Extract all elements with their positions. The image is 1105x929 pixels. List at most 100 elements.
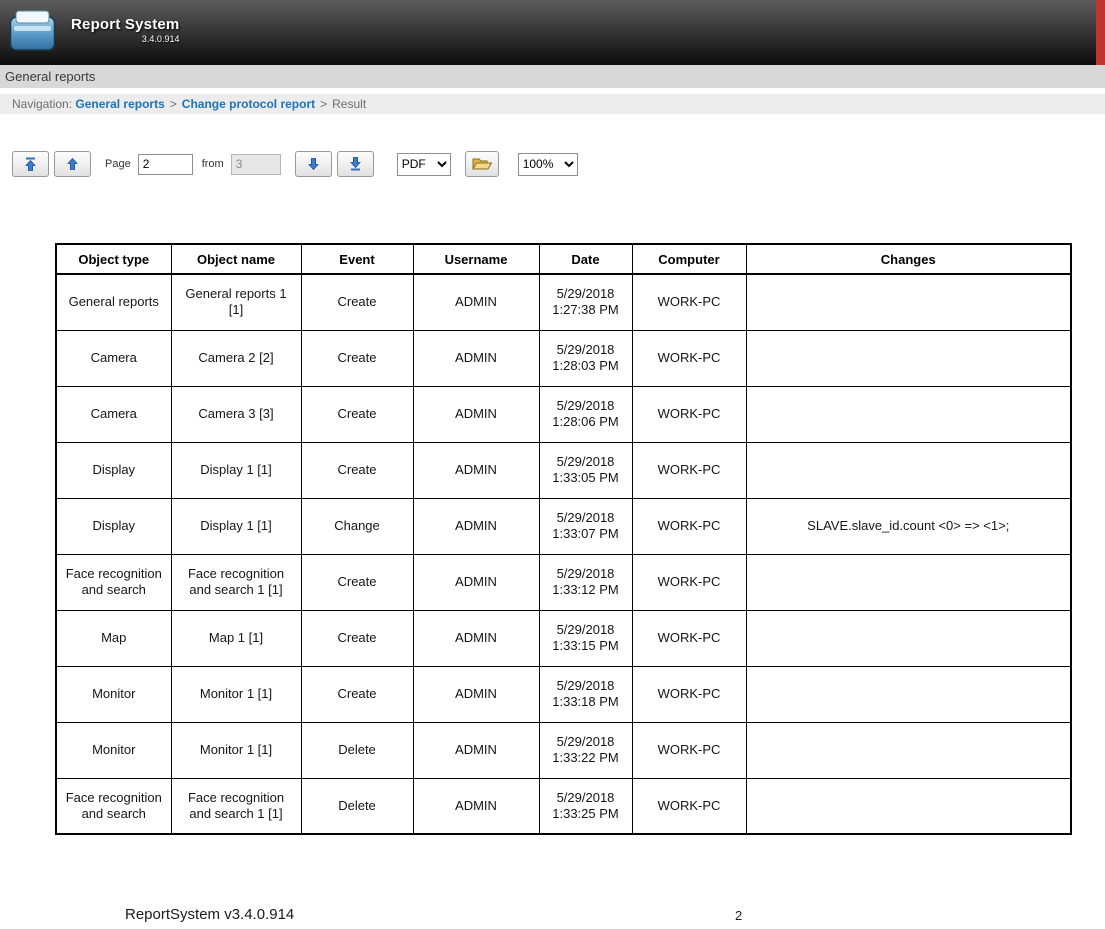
column-header: Object type	[56, 244, 171, 274]
report-footer-version: ReportSystem v3.4.0.914	[125, 906, 294, 923]
report-footer: ReportSystem v3.4.0.914 2	[0, 906, 1105, 929]
format-select[interactable]: PDF	[397, 153, 451, 176]
export-button[interactable]	[465, 151, 499, 177]
toolbar: Page from PDF 100%	[12, 151, 1105, 177]
table-cell: ADMIN	[413, 666, 539, 722]
table-cell: ADMIN	[413, 554, 539, 610]
table-cell	[746, 778, 1071, 834]
breadcrumb-separator: >	[320, 97, 327, 111]
prev-page-button[interactable]	[54, 151, 91, 177]
column-header: Event	[301, 244, 413, 274]
table-cell: ADMIN	[413, 386, 539, 442]
column-header: Username	[413, 244, 539, 274]
table-cell: Create	[301, 274, 413, 330]
table-cell: ADMIN	[413, 442, 539, 498]
table-cell: Face recognition and search	[56, 554, 171, 610]
next-page-button[interactable]	[295, 151, 332, 177]
table-cell: General reports 1 [1]	[171, 274, 301, 330]
table-cell	[746, 722, 1071, 778]
from-label: from	[202, 158, 224, 170]
first-page-button[interactable]	[12, 151, 49, 177]
table-cell	[746, 554, 1071, 610]
table-cell	[746, 442, 1071, 498]
table-row: CameraCamera 3 [3]CreateADMIN5/29/2018 1…	[56, 386, 1071, 442]
table-row: DisplayDisplay 1 [1]CreateADMIN5/29/2018…	[56, 442, 1071, 498]
table-row: MonitorMonitor 1 [1]CreateADMIN5/29/2018…	[56, 666, 1071, 722]
table-row: DisplayDisplay 1 [1]ChangeADMIN5/29/2018…	[56, 498, 1071, 554]
app-title: Report System	[71, 16, 179, 33]
table-cell: Delete	[301, 722, 413, 778]
table-cell: ADMIN	[413, 722, 539, 778]
table-cell: WORK-PC	[632, 442, 746, 498]
table-cell: SLAVE.slave_id.count <0> => <1>;	[746, 498, 1071, 554]
report-system-logo-icon	[9, 9, 56, 58]
table-cell: 5/29/2018 1:28:03 PM	[539, 330, 632, 386]
table-row: CameraCamera 2 [2]CreateADMIN5/29/2018 1…	[56, 330, 1071, 386]
table-cell: Create	[301, 386, 413, 442]
table-cell: Map 1 [1]	[171, 610, 301, 666]
table-cell: Create	[301, 554, 413, 610]
table-cell: Face recognition and search	[56, 778, 171, 834]
table-cell: Display 1 [1]	[171, 442, 301, 498]
arrow-down-icon	[307, 157, 320, 171]
table-cell: WORK-PC	[632, 274, 746, 330]
column-header: Date	[539, 244, 632, 274]
table-cell: WORK-PC	[632, 554, 746, 610]
arrow-up-to-bar-icon	[24, 157, 37, 171]
table-cell: 5/29/2018 1:27:38 PM	[539, 274, 632, 330]
table-cell: Display	[56, 442, 171, 498]
table-cell: Monitor	[56, 666, 171, 722]
table-cell: 5/29/2018 1:28:06 PM	[539, 386, 632, 442]
table-cell: Create	[301, 330, 413, 386]
table-header-row: Object typeObject nameEventUsernameDateC…	[56, 244, 1071, 274]
table-cell	[746, 610, 1071, 666]
column-header: Changes	[746, 244, 1071, 274]
breadcrumb-items: General reports>Change protocol report>R…	[75, 97, 366, 111]
table-cell	[746, 274, 1071, 330]
table-cell: Map	[56, 610, 171, 666]
open-folder-export-icon	[471, 156, 493, 172]
table-cell: WORK-PC	[632, 778, 746, 834]
table-cell: 5/29/2018 1:33:15 PM	[539, 610, 632, 666]
arrow-up-icon	[66, 157, 79, 171]
table-cell: Display 1 [1]	[171, 498, 301, 554]
app-header: Report System 3.4.0.914	[0, 0, 1105, 65]
table-cell: Camera 2 [2]	[171, 330, 301, 386]
last-page-button[interactable]	[337, 151, 374, 177]
report-table: Object typeObject nameEventUsernameDateC…	[55, 243, 1072, 835]
total-pages-input	[231, 154, 281, 175]
table-cell: General reports	[56, 274, 171, 330]
table-cell: Monitor 1 [1]	[171, 666, 301, 722]
table-cell	[746, 386, 1071, 442]
table-cell: 5/29/2018 1:33:18 PM	[539, 666, 632, 722]
table-cell: Create	[301, 442, 413, 498]
table-cell: 5/29/2018 1:33:12 PM	[539, 554, 632, 610]
table-cell: Monitor 1 [1]	[171, 722, 301, 778]
page-input[interactable]	[138, 154, 193, 175]
breadcrumb-current: Result	[332, 97, 366, 111]
table-cell: WORK-PC	[632, 386, 746, 442]
table-cell: WORK-PC	[632, 610, 746, 666]
breadcrumb-link[interactable]: General reports	[75, 97, 164, 111]
table-row: MapMap 1 [1]CreateADMIN5/29/2018 1:33:15…	[56, 610, 1071, 666]
zoom-select[interactable]: 100%	[518, 153, 578, 176]
arrow-down-to-bar-icon	[349, 157, 362, 171]
breadcrumb-link[interactable]: Change protocol report	[182, 97, 315, 111]
table-cell: Display	[56, 498, 171, 554]
table-cell: 5/29/2018 1:33:25 PM	[539, 778, 632, 834]
table-cell: WORK-PC	[632, 498, 746, 554]
app-version: 3.4.0.914	[71, 34, 179, 44]
table-cell: Create	[301, 666, 413, 722]
section-title: General reports	[5, 69, 95, 84]
table-row: Face recognition and searchFace recognit…	[56, 554, 1071, 610]
table-cell: Face recognition and search 1 [1]	[171, 778, 301, 834]
table-cell: Camera	[56, 330, 171, 386]
table-cell: Camera	[56, 386, 171, 442]
table-cell: 5/29/2018 1:33:22 PM	[539, 722, 632, 778]
header-accent-bar	[1096, 0, 1105, 65]
table-cell: ADMIN	[413, 274, 539, 330]
table-cell: ADMIN	[413, 610, 539, 666]
page-label: Page	[105, 158, 131, 170]
table-cell: WORK-PC	[632, 722, 746, 778]
table-cell: 5/29/2018 1:33:05 PM	[539, 442, 632, 498]
